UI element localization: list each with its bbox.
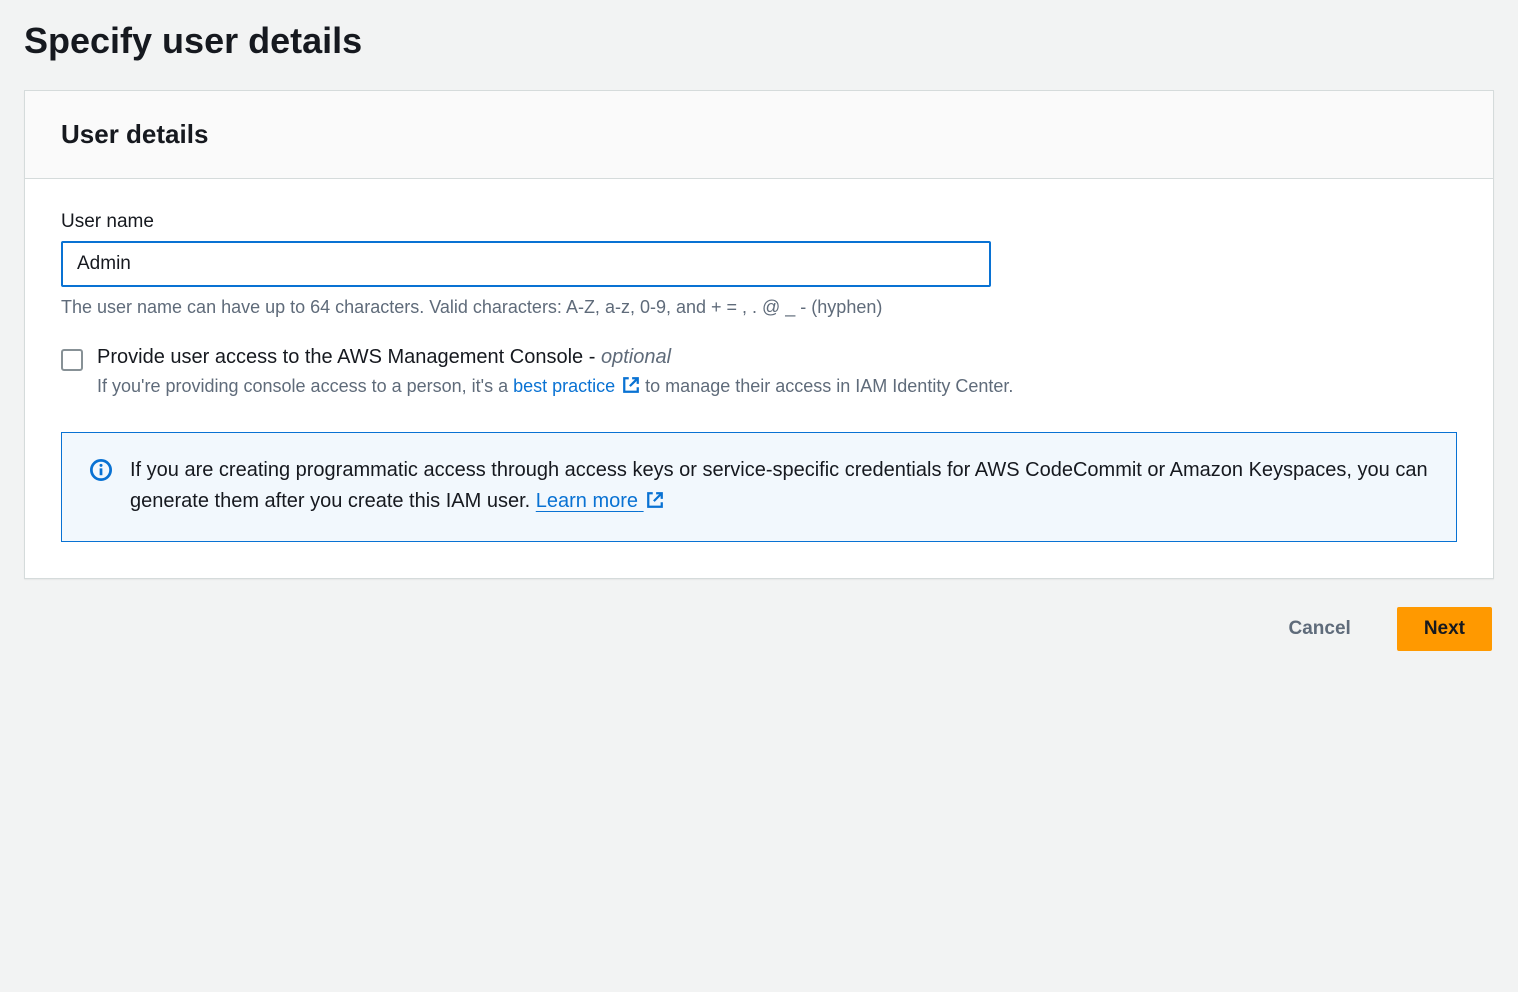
info-text-main: If you are creating programmatic access … xyxy=(130,459,1428,512)
username-label: User name xyxy=(61,211,1457,233)
console-hint-after: to manage their access in IAM Identity C… xyxy=(640,376,1013,396)
info-icon xyxy=(90,459,112,486)
console-access-label-text: Provide user access to the AWS Managemen… xyxy=(97,346,601,368)
user-details-panel: User details User name The user name can… xyxy=(24,90,1494,579)
info-box: If you are creating programmatic access … xyxy=(61,432,1457,542)
external-link-icon xyxy=(622,375,640,402)
console-hint-before: If you're providing console access to a … xyxy=(97,376,513,396)
username-input[interactable] xyxy=(61,241,991,287)
best-practice-link[interactable]: best practice xyxy=(513,376,640,396)
console-access-row: Provide user access to the AWS Managemen… xyxy=(61,346,1457,402)
panel-header: User details xyxy=(25,91,1493,179)
cancel-button[interactable]: Cancel xyxy=(1263,608,1377,650)
info-text: If you are creating programmatic access … xyxy=(130,455,1428,519)
console-access-label: Provide user access to the AWS Managemen… xyxy=(97,346,1457,369)
console-access-hint: If you're providing console access to a … xyxy=(97,373,1457,402)
panel-body: User name The user name can have up to 6… xyxy=(25,179,1493,578)
optional-label: optional xyxy=(601,346,671,368)
username-hint: The user name can have up to 64 characte… xyxy=(61,297,1457,318)
external-link-icon xyxy=(646,488,664,519)
footer-buttons: Cancel Next xyxy=(24,607,1494,651)
page-title: Specify user details xyxy=(24,20,1494,62)
panel-header-title: User details xyxy=(61,119,1457,150)
learn-more-link[interactable]: Learn more xyxy=(536,490,664,512)
console-access-checkbox[interactable] xyxy=(61,349,83,371)
next-button[interactable]: Next xyxy=(1397,607,1492,651)
